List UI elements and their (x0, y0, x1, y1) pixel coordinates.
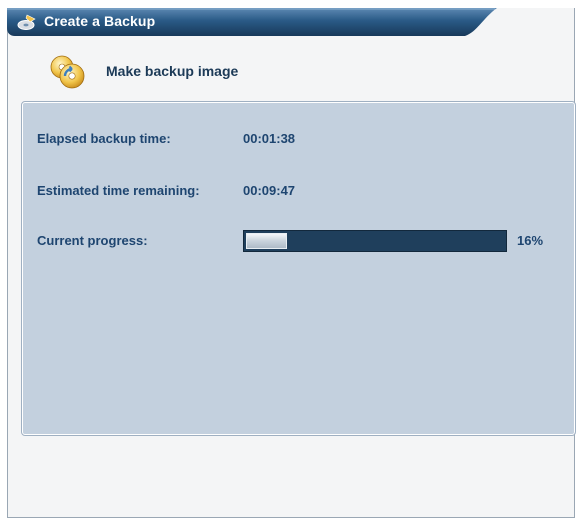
window-title: Create a Backup (44, 13, 156, 29)
remaining-time-label: Estimated time remaining: (37, 183, 200, 198)
elapsed-time-value: 00:01:38 (243, 131, 296, 146)
elapsed-time-label: Elapsed backup time: (37, 131, 171, 146)
backup-discs-icon (48, 52, 86, 90)
progress-bar (243, 230, 507, 252)
backup-wizard-icon (17, 13, 37, 31)
title-bar: Create a Backup (7, 8, 497, 36)
progress-bar-fill (246, 233, 287, 249)
current-progress-label: Current progress: (37, 233, 148, 248)
remaining-time-value: 00:09:47 (243, 183, 296, 198)
operation-title: Make backup image (106, 63, 239, 79)
progress-percent: 16% (517, 233, 544, 248)
operation-header: Make backup image (48, 52, 448, 92)
progress-panel: Elapsed backup time: 00:01:38 Estimated … (21, 101, 576, 436)
